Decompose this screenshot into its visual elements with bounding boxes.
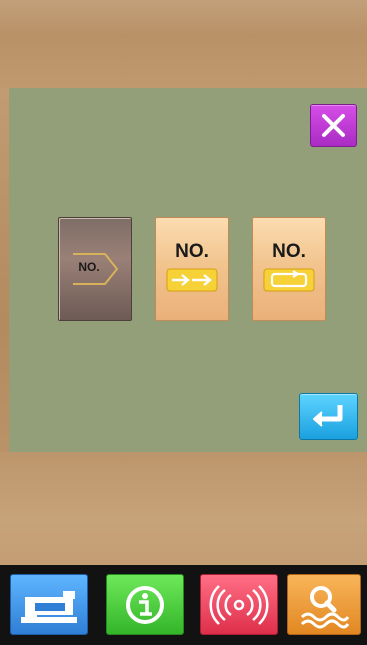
mode-button-loop[interactable]: NO. bbox=[252, 217, 326, 321]
sewing-machine-icon bbox=[21, 591, 77, 623]
bottom-band bbox=[0, 452, 367, 565]
close-icon bbox=[322, 114, 345, 137]
mode-button-double-arrow[interactable]: NO. bbox=[155, 217, 229, 321]
search-icon bbox=[300, 586, 350, 629]
nav-communication-button[interactable] bbox=[200, 574, 278, 635]
mode-button-single[interactable]: NO. bbox=[58, 217, 132, 321]
enter-button[interactable] bbox=[299, 393, 358, 440]
double-arrow-icon bbox=[166, 268, 218, 292]
info-icon bbox=[126, 586, 164, 624]
close-button[interactable] bbox=[310, 104, 357, 147]
nav-info-button[interactable] bbox=[106, 574, 184, 635]
enter-return-icon bbox=[313, 405, 343, 427]
nav-sewing-button[interactable] bbox=[10, 574, 88, 635]
top-band bbox=[0, 0, 367, 88]
single-arrow-icon bbox=[73, 253, 119, 285]
mode-label: NO. bbox=[272, 241, 306, 262]
mode-label: NO. bbox=[175, 241, 209, 262]
loop-icon bbox=[263, 268, 315, 292]
communication-icon bbox=[209, 585, 269, 625]
screen: NO. NO. NO. bbox=[0, 0, 367, 645]
nav-search-button[interactable] bbox=[287, 574, 361, 635]
